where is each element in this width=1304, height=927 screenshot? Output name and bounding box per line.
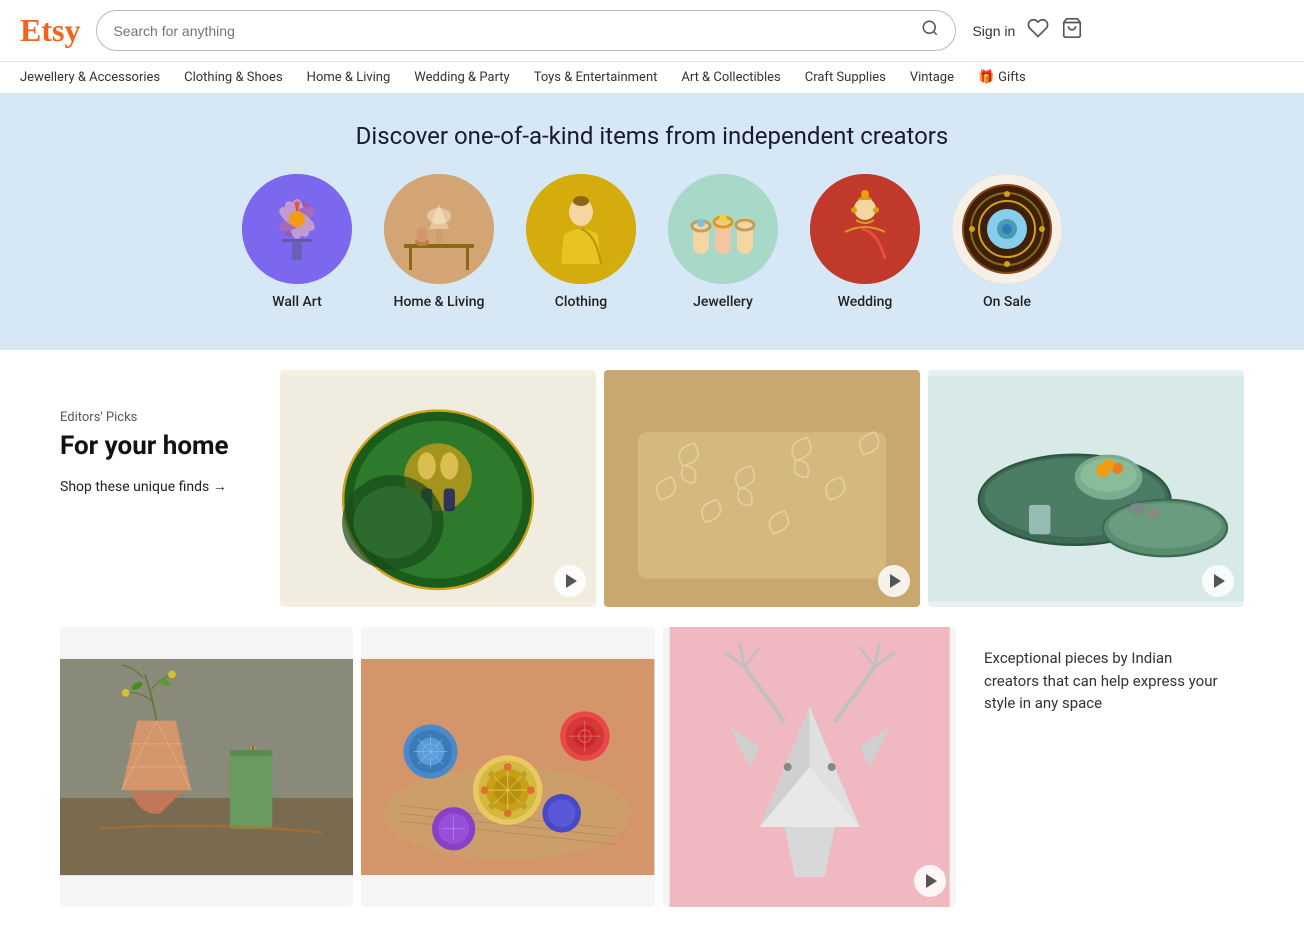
category-circle-on-sale	[952, 174, 1062, 284]
editors-picks-left: Editors' Picks For your home Shop these …	[60, 370, 260, 495]
category-label-clothing: Clothing	[555, 294, 607, 310]
nav-item-clothing[interactable]: Clothing & Shoes	[184, 70, 283, 85]
cart-button[interactable]	[1061, 17, 1083, 45]
search-button[interactable]	[921, 19, 939, 42]
play-button-3[interactable]	[1202, 565, 1234, 597]
category-circle-wall-art	[242, 174, 352, 284]
play-button-1[interactable]	[554, 565, 586, 597]
hero-section: Discover one-of-a-kind items from indepe…	[0, 94, 1304, 350]
editors-picks-section: Editors' Picks For your home Shop these …	[0, 350, 1304, 627]
favorites-button[interactable]	[1027, 17, 1049, 45]
search-input[interactable]	[113, 23, 921, 39]
header-actions: Sign in	[972, 17, 1083, 45]
product-grid-top	[280, 370, 1244, 607]
category-circle-clothing	[526, 174, 636, 284]
nav-item-craft[interactable]: Craft Supplies	[805, 70, 886, 85]
play-button-6[interactable]	[914, 865, 946, 897]
category-label-wedding: Wedding	[838, 294, 893, 310]
product-tile-6[interactable]	[663, 627, 956, 907]
main-nav: Jewellery & Accessories Clothing & Shoes…	[0, 62, 1304, 94]
category-circle-wedding	[810, 174, 920, 284]
category-home-living[interactable]: Home & Living	[384, 174, 494, 310]
nav-item-toys[interactable]: Toys & Entertainment	[534, 70, 658, 85]
category-circle-jewellery	[668, 174, 778, 284]
nav-item-vintage[interactable]: Vintage	[910, 70, 954, 85]
product-tile-2[interactable]	[604, 370, 920, 607]
category-label-jewellery: Jewellery	[693, 294, 753, 310]
category-label-wall-art: Wall Art	[272, 294, 322, 310]
bottom-section: Exceptional pieces by Indian creators th…	[0, 627, 1304, 927]
editors-label: Editors' Picks	[60, 410, 260, 425]
category-wedding[interactable]: Wedding	[810, 174, 920, 310]
category-circle-home-living	[384, 174, 494, 284]
nav-item-wedding[interactable]: Wedding & Party	[414, 70, 509, 85]
hero-headline: Discover one-of-a-kind items from indepe…	[20, 122, 1284, 150]
nav-item-home[interactable]: Home & Living	[307, 70, 391, 85]
header: Etsy Sign in	[0, 0, 1304, 62]
category-label-on-sale: On Sale	[983, 294, 1031, 310]
search-bar	[96, 10, 956, 51]
nav-item-gifts[interactable]: 🎁 Gifts	[978, 70, 1026, 85]
editors-title: For your home	[60, 431, 260, 462]
product-tile-1[interactable]	[280, 370, 596, 607]
category-circles: Wall Art	[20, 174, 1284, 330]
category-clothing[interactable]: Clothing	[526, 174, 636, 310]
category-on-sale[interactable]: On Sale	[952, 174, 1062, 310]
shop-link[interactable]: Shop these unique finds →	[60, 478, 260, 495]
bottom-grid	[60, 627, 956, 907]
category-jewellery[interactable]: Jewellery	[668, 174, 778, 310]
gift-icon: 🎁	[978, 70, 994, 85]
bottom-description: Exceptional pieces by Indian creators th…	[984, 647, 1224, 715]
product-tile-5[interactable]	[361, 627, 654, 907]
category-wall-art[interactable]: Wall Art	[242, 174, 352, 310]
bottom-right-text: Exceptional pieces by Indian creators th…	[964, 627, 1244, 735]
nav-item-art[interactable]: Art & Collectibles	[681, 70, 780, 85]
nav-item-jewellery[interactable]: Jewellery & Accessories	[20, 70, 160, 85]
sign-in-button[interactable]: Sign in	[972, 23, 1015, 39]
etsy-logo[interactable]: Etsy	[20, 12, 80, 49]
product-tile-3[interactable]	[928, 370, 1244, 607]
category-label-home-living: Home & Living	[394, 294, 485, 310]
product-tile-4[interactable]	[60, 627, 353, 907]
play-button-2[interactable]	[878, 565, 910, 597]
